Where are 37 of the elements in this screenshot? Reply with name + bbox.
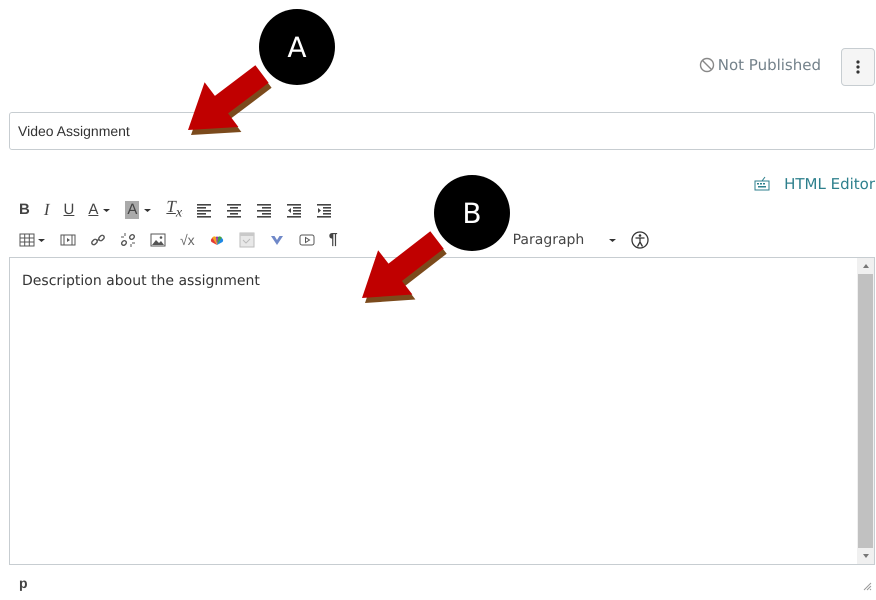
scrollbar-thumb[interactable]	[858, 274, 873, 548]
element-path[interactable]: p	[19, 575, 28, 591]
block-format-dropdown[interactable]: Paragraph	[512, 231, 618, 249]
align-left-icon[interactable]	[196, 202, 212, 218]
underline-button[interactable]: U	[64, 201, 74, 219]
callout-marker: A	[259, 9, 335, 85]
align-center-icon[interactable]	[226, 202, 242, 218]
table-icon	[19, 232, 35, 248]
resize-handle-icon[interactable]	[862, 581, 872, 591]
prohibited-icon	[698, 57, 715, 73]
italic-button[interactable]: I	[44, 201, 50, 219]
link-icon[interactable]	[90, 232, 106, 248]
background-color-button[interactable]: A	[125, 201, 140, 219]
description-text: Description about the assignment	[22, 273, 261, 291]
indent-icon[interactable]	[316, 202, 332, 218]
film-icon[interactable]	[60, 232, 76, 248]
image-icon[interactable]	[150, 232, 166, 248]
title-input-field[interactable]: Video Assignment	[9, 112, 875, 150]
outdent-icon[interactable]	[286, 202, 302, 218]
align-right-icon[interactable]	[256, 202, 272, 218]
scroll-down-icon[interactable]	[860, 552, 870, 560]
scrollbar[interactable]	[857, 258, 874, 564]
paragraph-mark-button[interactable]: ¶	[328, 231, 338, 249]
publish-status[interactable]: Not Published	[698, 56, 821, 74]
html-editor-link[interactable]: HTML Editor	[754, 173, 875, 195]
clear-formatting-button[interactable]: T$_{x}$	[166, 198, 182, 222]
video-icon[interactable]	[298, 232, 315, 248]
accessibility-icon[interactable]	[631, 231, 650, 249]
keyboard-icon	[754, 176, 770, 192]
bold-button[interactable]: B	[19, 201, 30, 219]
callout-marker: B	[434, 175, 510, 251]
scroll-up-icon[interactable]	[860, 262, 870, 270]
equation-button[interactable]: √x	[180, 231, 195, 249]
table-button[interactable]	[19, 232, 46, 248]
unlink-icon[interactable]	[120, 232, 136, 248]
text-color-button[interactable]: A	[88, 201, 98, 219]
kebab-icon	[856, 59, 860, 75]
